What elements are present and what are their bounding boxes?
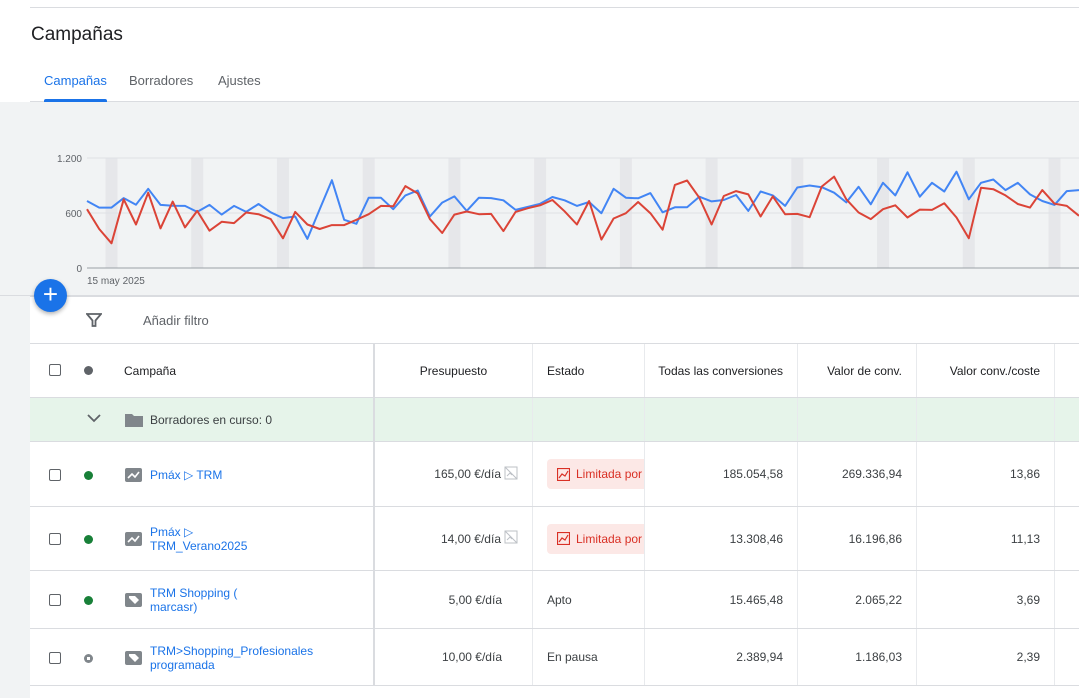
x-tick-label: 15 may 2025 [87, 276, 145, 287]
shopping-tag-icon [125, 650, 142, 665]
row-checkbox[interactable] [49, 533, 61, 545]
folder-icon [125, 412, 143, 432]
y-tick-label: 0 [76, 264, 82, 275]
tab-ajustes[interactable]: Ajustes [218, 73, 261, 88]
empty-cell [1055, 571, 1079, 628]
budget-cell: 5,00 €/día [375, 571, 533, 628]
column-header-valor-conv[interactable]: Valor de conv. [798, 344, 917, 397]
empty-cell [917, 398, 1055, 441]
performance-chart: 0 600 1.200 15 may 2025 [0, 154, 1079, 296]
conv-value-cell: 1.186,03 [798, 629, 917, 685]
conv-value-cost-cell: 2,39 [917, 629, 1055, 685]
shopping-tag-icon [125, 593, 142, 607]
no-image-icon [504, 530, 518, 547]
y-tick-label: 1.200 [57, 154, 82, 165]
drafts-label: Borradores en curso: 0 [150, 413, 273, 427]
tab-borradores[interactable]: Borradores [129, 73, 193, 88]
page-header: Campañas Campañas Borradores Ajustes [0, 0, 1079, 102]
trend-chart-icon [557, 532, 570, 545]
tab-campanas[interactable]: Campañas [44, 73, 107, 102]
status-text: En pausa [547, 650, 598, 664]
table-header: Campaña Presupuesto Estado Todas las conver… [30, 344, 1079, 398]
trend-chart-icon [557, 467, 570, 481]
column-header-campana[interactable]: Campaña [124, 364, 176, 378]
add-campaign-button[interactable]: + [34, 279, 67, 312]
status-paused-icon[interactable] [84, 653, 93, 663]
empty-cell [1055, 629, 1079, 685]
column-header-more [1055, 344, 1079, 397]
divider [30, 7, 1079, 8]
row-checkbox[interactable] [49, 594, 61, 606]
campaign-table-panel: Añadir filtro Campaña Presupuesto Estado To… [30, 296, 1079, 698]
chevron-down-icon[interactable] [86, 410, 102, 431]
status-text: Apto [547, 592, 572, 607]
table-row: TRM>Shopping_Profesionales programada 10,… [30, 629, 1079, 686]
all-conversions-cell: 13.308,46 [645, 507, 798, 570]
table-row: TRM Shopping ( marcasr) 5,00 €/día Apto 15.… [30, 571, 1079, 629]
status-enabled-icon[interactable] [84, 596, 93, 605]
campaign-name-link[interactable]: TRM Shopping ( marcasr) [150, 586, 280, 614]
empty-cell [798, 398, 917, 441]
row-checkbox[interactable] [49, 468, 61, 481]
empty-cell [1055, 442, 1079, 506]
column-header-presupuesto[interactable]: Presupuesto [375, 344, 533, 397]
status-cell: En pausa [533, 629, 645, 685]
status-enabled-icon[interactable] [84, 470, 93, 480]
series-line-0 [86, 170, 1079, 240]
tab-bar: Campañas Borradores Ajustes [30, 62, 1079, 102]
drafts-group-row: Borradores en curso: 0 [30, 398, 1079, 442]
budget-cell: 10,00 €/día [375, 629, 533, 685]
status-cell: Limitada por [533, 442, 645, 506]
table-row: Pmáx ▷ TRM_Verano2025 14,00 €/día Limitada… [30, 507, 1079, 571]
select-all-checkbox[interactable] [49, 364, 61, 376]
table-row: Pmáx ▷ TRM 165,00 €/día Limitada por 185.05… [30, 442, 1079, 507]
conv-value-cost-cell: 3,69 [917, 571, 1055, 628]
limited-status-badge[interactable]: Limitada por [547, 459, 644, 489]
empty-cell [645, 398, 798, 441]
status-enabled-icon[interactable] [84, 535, 93, 544]
budget-cell: 14,00 €/día [375, 507, 533, 570]
row-checkbox[interactable] [49, 651, 61, 664]
empty-cell [1055, 398, 1079, 441]
performance-max-icon [125, 467, 142, 482]
header-campaign-cell [30, 344, 375, 397]
status-header-icon [84, 366, 93, 375]
conv-value-cell: 2.065,22 [798, 571, 917, 628]
budget-value[interactable]: 14,00 €/día [441, 532, 501, 546]
no-image-icon [504, 466, 518, 483]
status-text: Limitada por [576, 467, 643, 481]
campaign-name-link[interactable]: TRM>Shopping_Profesionales programada [150, 644, 313, 672]
campaign-name-link[interactable]: Pmáx ▷ TRM_Verano2025 [150, 525, 280, 553]
budget-value[interactable]: 165,00 €/día [434, 467, 501, 481]
add-filter-button[interactable]: Añadir filtro [143, 313, 209, 328]
y-tick-label: 600 [65, 209, 82, 220]
performance-max-icon [125, 532, 142, 546]
column-header-estado[interactable]: Estado [533, 344, 645, 397]
empty-cell [533, 398, 645, 441]
filter-bar: Añadir filtro [30, 297, 1079, 344]
conv-value-cell: 269.336,94 [798, 442, 917, 506]
filter-icon[interactable] [86, 312, 102, 328]
empty-cell [375, 398, 533, 441]
series-line-1 [86, 175, 1079, 245]
column-header-valor-conv-coste[interactable]: Valor conv./coste [917, 344, 1055, 397]
all-conversions-cell: 15.465,48 [645, 571, 798, 628]
budget-value[interactable]: 10,00 €/día [442, 650, 502, 664]
limited-status-badge[interactable]: Limitada por [547, 523, 644, 554]
conv-value-cost-cell: 13,86 [917, 442, 1055, 506]
budget-value[interactable]: 5,00 €/día [449, 593, 502, 607]
column-header-todas-conversiones[interactable]: Todas las conversiones [645, 344, 798, 397]
conv-value-cell: 16.196,86 [798, 507, 917, 570]
page-title: Campañas [31, 24, 123, 45]
campaign-name-link[interactable]: Pmáx ▷ TRM [150, 468, 222, 482]
status-text: Limitada por [576, 531, 643, 546]
status-cell: Limitada por [533, 507, 645, 570]
budget-cell: 165,00 €/día [375, 442, 533, 506]
conv-value-cost-cell: 11,13 [917, 507, 1055, 570]
empty-cell [1055, 507, 1079, 570]
status-cell: Apto [533, 571, 645, 628]
all-conversions-cell: 185.054,58 [645, 442, 798, 506]
all-conversions-cell: 2.389,94 [645, 629, 798, 685]
